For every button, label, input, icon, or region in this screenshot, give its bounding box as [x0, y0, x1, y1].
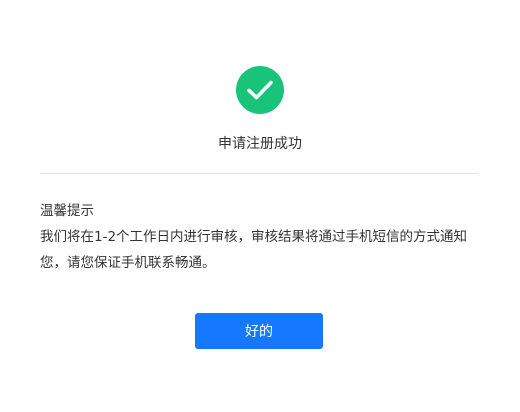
- tip-heading: 温馨提示: [40, 203, 94, 219]
- tip-body: 我们将在1-2个工作日内进行审核，审核结果将通过手机短信的方式通知您，请您保证手…: [40, 229, 468, 271]
- check-circle-icon: [236, 66, 284, 114]
- ok-button[interactable]: 好的: [195, 313, 323, 349]
- dialog-title: 申请注册成功: [218, 136, 302, 152]
- check-icon: [247, 80, 273, 100]
- tip-section: 温馨提示 我们将在1-2个工作日内进行审核，审核结果将通过手机短信的方式通知您，…: [40, 198, 480, 276]
- success-dialog: 申请注册成功 温馨提示 我们将在1-2个工作日内进行审核，审核结果将通过手机短信…: [0, 0, 520, 412]
- divider: [40, 173, 478, 174]
